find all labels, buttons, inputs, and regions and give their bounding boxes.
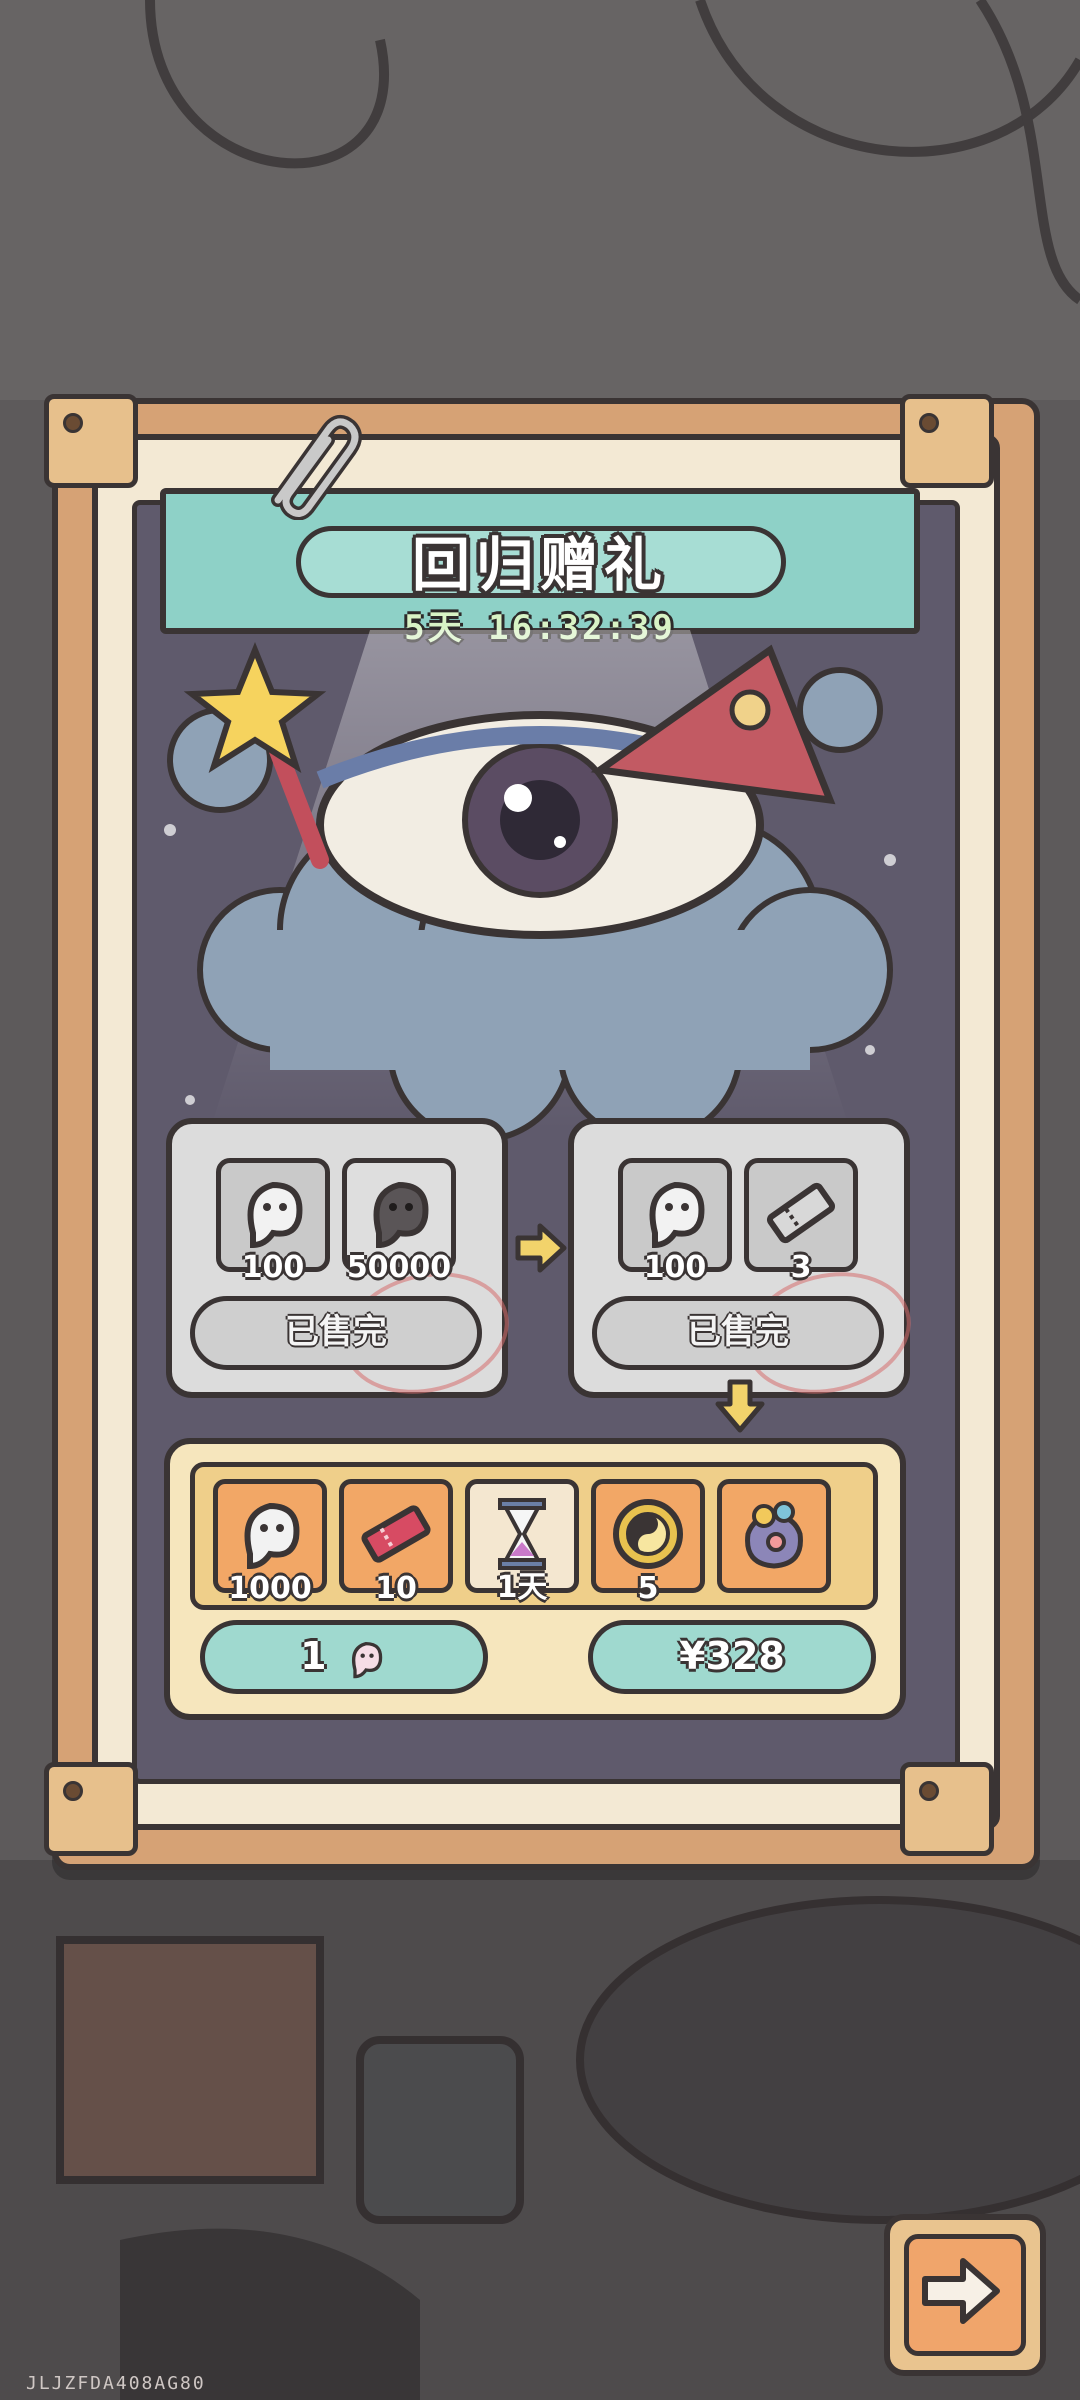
- offer-item-slot[interactable]: 50000: [342, 1158, 456, 1285]
- arrow-right-icon: [515, 1223, 567, 1273]
- bundle-item-slot[interactable]: 10: [339, 1479, 453, 1606]
- price-purchase-button[interactable]: ¥328: [588, 1620, 876, 1694]
- paper-clip-icon: [271, 414, 362, 520]
- offer-item-slot[interactable]: 100: [618, 1158, 732, 1285]
- item-count: 1000: [228, 1571, 312, 1606]
- offer-card-left: 100 50000 已售完: [166, 1118, 522, 1411]
- next-button[interactable]: [884, 2214, 1046, 2376]
- arrow-right-icon: [922, 2258, 1000, 2324]
- item-count: 10: [375, 1571, 417, 1606]
- ghost-currency-icon: [649, 1181, 705, 1249]
- bundle-card: 1000 10 1天 5 1 ¥328: [164, 1438, 906, 1720]
- item-count: 1天: [496, 1570, 548, 1605]
- frame-corner-bottom-left: [44, 1762, 138, 1856]
- frame-corner-top-right: [900, 394, 994, 488]
- offer-item-slot[interactable]: 3: [744, 1158, 858, 1285]
- sold-out-button-left[interactable]: 已售完: [190, 1296, 482, 1370]
- frame-corner-top-left: [44, 394, 138, 488]
- offer-item-slot[interactable]: 100: [216, 1158, 330, 1285]
- yin-yang-coin-icon: [613, 1499, 683, 1569]
- item-count: 100: [643, 1250, 707, 1285]
- eye-wizard-illustration: [164, 630, 896, 1143]
- item-count: 5: [637, 1571, 659, 1606]
- red-ticket-icon: [361, 1505, 431, 1563]
- bundle-item-slot[interactable]: 1天: [465, 1479, 579, 1605]
- dark-ghost-icon: [373, 1181, 429, 1249]
- bundle-items-strip: 1000 10 1天 5: [190, 1462, 878, 1610]
- frame-corner-bottom-right: [900, 1762, 994, 1856]
- bundle-item-slot[interactable]: 5: [591, 1479, 705, 1606]
- offer-card-right: 100 3 已售完: [568, 1118, 924, 1411]
- build-id-watermark: JLJZFDA408AG80: [26, 2373, 206, 2394]
- item-count: 100: [241, 1250, 305, 1285]
- ghost-price-label: 1: [300, 1634, 327, 1678]
- bundle-item-slot[interactable]: 1000: [213, 1479, 327, 1606]
- ghost-currency-icon: [247, 1181, 303, 1249]
- ticket-icon: [766, 1182, 836, 1244]
- item-count: 50000: [346, 1250, 452, 1285]
- arrow-down-icon: [715, 1379, 765, 1433]
- next-button-inner: [904, 2234, 1026, 2356]
- bundle-item-slot[interactable]: [717, 1479, 831, 1593]
- ghost-currency-icon: [351, 1641, 383, 1678]
- sold-out-button-right[interactable]: 已售完: [592, 1296, 884, 1370]
- popup-title: 回归赠礼: [411, 531, 668, 599]
- ghost-currency-icon: [244, 1502, 300, 1570]
- ghost-currency-purchase-button[interactable]: 1: [200, 1620, 488, 1694]
- item-count: 3: [790, 1250, 812, 1285]
- treasure-bag-icon: [745, 1501, 803, 1569]
